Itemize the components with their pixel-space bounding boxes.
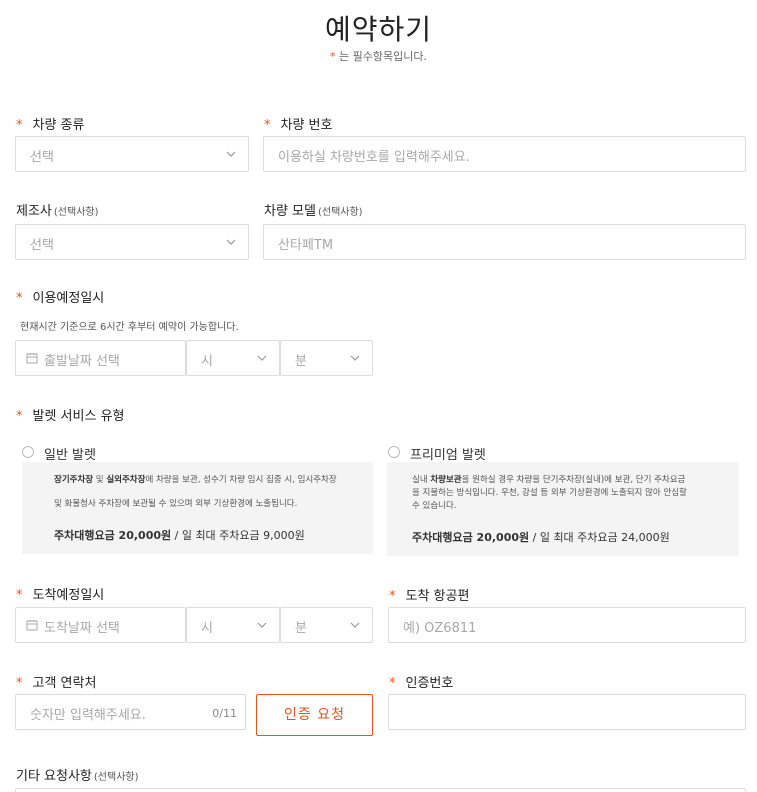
auth-code-input[interactable] [388,694,746,730]
valet-standard-price: 주차대행요금 20,000원 / 일 최대 주차요금 9,000원 [54,529,305,542]
vehicle-type-select[interactable]: 선택 [15,136,249,172]
arrival-hour-select[interactable]: 시 [186,607,280,643]
chevron-down-icon [226,151,236,157]
other-requests-textarea[interactable] [15,788,746,792]
valet-premium-price: 주차대행요금 20,000원 / 일 최대 주차요금 24,000원 [412,531,670,544]
manufacturer-select[interactable]: 선택 [15,224,249,260]
required-note: * 는 필수항목입니다. [330,50,427,63]
use-datetime-note: 현재시간 기준으로 6시간 후부터 예약이 가능합니다. [20,322,239,333]
vehicle-type-label: * 차량 종류 [16,118,85,133]
valet-service-label: * 발렛 서비스 유형 [16,409,125,424]
valet-premium-description: 실내 차량보관을 원하실 경우 차량을 단기주차장(실내)에 보관, 단기 주차… [387,462,739,556]
chevron-down-icon [350,622,360,628]
arrival-date-picker[interactable]: 도착날짜 선택 [15,607,186,643]
valet-premium-radio[interactable] [388,446,400,458]
contact-phone-input[interactable]: 숫자만 입력해주세요. 0/11 [15,694,246,730]
chevron-down-icon [350,355,360,361]
arrival-datetime-label: * 도착예정일시 [16,588,105,603]
valet-standard-radio[interactable] [22,446,34,458]
valet-premium-label: 프리미엄 발렛 [410,448,486,463]
chevron-down-icon [257,622,267,628]
arrival-flight-label: * 도착 항공편 [389,589,470,604]
departure-hour-select[interactable]: 시 [186,340,280,376]
departure-date-picker[interactable]: 출발날짜 선택 [15,340,186,376]
arrival-flight-input[interactable]: 예) OZ6811 [388,607,746,643]
character-counter: 0/11 [212,707,237,720]
valet-standard-label: 일반 발렛 [44,448,96,463]
vehicle-number-input[interactable]: 이용하실 차량번호를 입력해주세요. [263,136,746,172]
vehicle-model-label: 차량 모델 (선택사항) [264,204,363,219]
calendar-icon [26,620,38,631]
page-title: 예약하기 [324,13,433,46]
auth-code-label: * 인증번호 [389,676,454,691]
vehicle-number-label: * 차량 번호 [264,118,333,133]
contact-label: * 고객 연락처 [16,676,97,691]
use-datetime-label: * 이용예정일시 [16,291,105,306]
manufacturer-label: 제조사 (선택사항) [16,204,99,219]
chevron-down-icon [257,355,267,361]
other-requests-label: 기타 요청사항 (선택사항) [16,769,139,784]
vehicle-model-input[interactable]: 산타페TM [263,224,746,260]
calendar-icon [26,353,38,364]
valet-standard-description: 장기주차장 및 실외주차장에 차량을 보관, 성수기 차량 임시 집중 시, 임… [22,462,373,554]
request-verification-button[interactable]: 인증 요청 [256,694,373,736]
arrival-minute-select[interactable]: 분 [280,607,373,643]
departure-minute-select[interactable]: 분 [280,340,373,376]
chevron-down-icon [226,239,236,245]
